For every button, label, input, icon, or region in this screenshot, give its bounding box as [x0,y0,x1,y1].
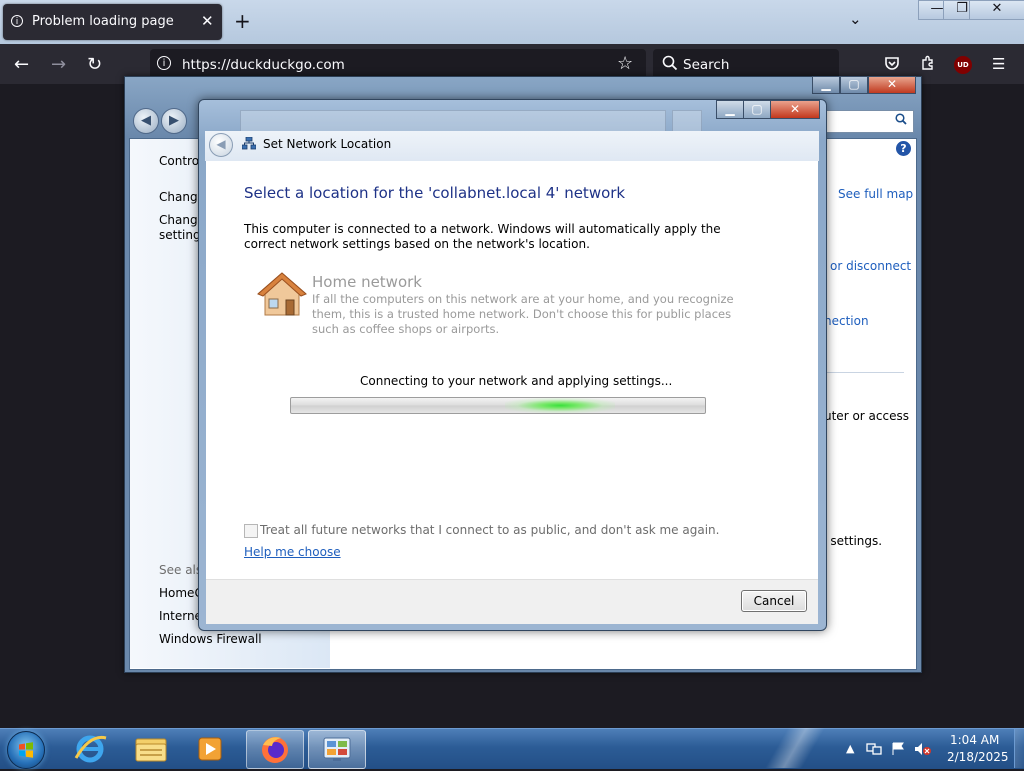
tab-close-button[interactable]: ✕ [201,12,214,30]
dialog-maximize-button[interactable]: ▢ [743,100,771,119]
show-hidden-icons-icon[interactable]: ▲ [846,742,854,755]
taskbar-internet-explorer[interactable] [62,730,118,767]
bookmark-star-icon[interactable]: ☆ [617,53,633,74]
show-desktop-button[interactable] [1014,729,1024,768]
settings-text: g settings. [819,534,883,548]
dialog-back-icon[interactable]: ◀ [209,133,233,157]
search-input[interactable]: Search [683,57,729,73]
dialog-minimize-button[interactable]: ▁ [716,100,744,119]
cp-forward-icon[interactable]: ▶ [161,108,187,134]
cp-back-icon[interactable]: ◀ [133,108,159,134]
start-button[interactable] [7,731,45,769]
site-info-icon[interactable]: i [157,56,171,70]
hamburger-menu-icon[interactable]: ☰ [992,55,1005,73]
taskbar-shine [760,728,830,768]
taskbar-windows-explorer[interactable] [122,730,178,767]
folder-icon [135,738,167,762]
tab-list-button[interactable]: ⌄ [849,10,862,28]
browser-close-button[interactable]: ✕ [969,0,1024,20]
internet-explorer-icon [74,735,107,763]
url-text[interactable]: https://duckduckgo.com [182,57,345,73]
dialog-title: Set Network Location [263,137,392,151]
reload-icon[interactable]: ↻ [87,54,102,75]
dialog-heading: Select a location for the 'collabnet.loc… [244,184,626,202]
cp-search-icon[interactable] [895,113,907,128]
back-arrow-icon[interactable]: ← [14,54,29,75]
network-tray-icon[interactable] [891,742,907,759]
dialog-ghost-address-bar [240,110,666,132]
cp-divider [820,372,904,373]
extensions-icon[interactable] [920,55,936,75]
cp-see-also-firewall[interactable]: Windows Firewall [159,632,262,646]
clock-time[interactable]: 1:04 AM [950,733,999,747]
dialog-close-button[interactable]: ✕ [770,100,820,119]
action-center-icon[interactable] [866,742,882,759]
new-tab-button[interactable]: + [234,9,251,33]
browser-tab-active[interactable]: i Problem loading page ✕ [3,4,222,40]
home-network-description: If all the computers on this network are… [312,292,734,336]
progress-glow [505,398,615,413]
cp-sidebar-home[interactable]: Control [159,154,202,168]
connection-link[interactable]: nection [824,314,869,328]
connect-or-disconnect-link[interactable]: or disconnect [830,259,911,273]
treat-public-checkbox[interactable] [244,524,258,538]
progress-bar [290,397,706,414]
volume-muted-icon[interactable] [914,742,932,759]
media-player-icon [198,737,222,761]
forward-arrow-icon[interactable]: → [51,54,66,75]
firefox-icon [262,737,288,763]
tab-title: Problem loading page [32,14,174,29]
info-icon: i [11,15,23,27]
cp-minimize-button[interactable]: ▁ [812,76,840,94]
help-icon[interactable]: ? [896,141,911,156]
home-network-title: Home network [312,273,422,291]
connecting-status-text: Connecting to your network and applying … [360,374,673,388]
windows-logo-icon [19,742,33,758]
dialog-description: This computer is connected to a network.… [244,222,721,251]
see-full-map-link[interactable]: See full map [838,187,913,201]
network-icon [241,136,257,150]
dialog-footer [206,579,818,624]
taskbar-media-player[interactable] [182,730,238,767]
taskbar-control-panel[interactable] [308,730,366,769]
router-or-access-text: uter or access [824,409,909,423]
help-me-choose-link[interactable]: Help me choose [244,545,341,559]
clock-date[interactable]: 2/18/2025 [947,750,1009,764]
treat-public-checkbox-label[interactable]: Treat all future networks that I connect… [260,523,719,537]
control-panel-icon [323,737,351,761]
cp-close-button[interactable]: ✕ [868,76,916,94]
cp-maximize-button[interactable]: ▢ [840,76,868,94]
search-icon [662,55,678,75]
ublock-origin-icon[interactable]: UD [954,56,972,74]
home-network-house-icon [257,271,307,317]
dialog-ghost-button [672,110,702,132]
pocket-icon[interactable] [884,55,900,75]
cancel-button[interactable]: Cancel [741,590,807,612]
taskbar-firefox[interactable] [246,730,304,769]
